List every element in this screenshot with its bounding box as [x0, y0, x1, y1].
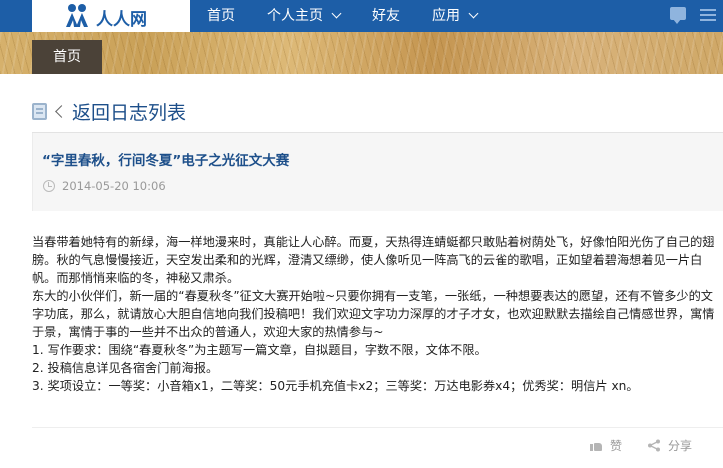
like-label: 赞	[610, 438, 623, 453]
post-paragraph: 3. 奖项设立：一等奖：小音箱x1，二等奖：50元手机充值卡x2；三等奖：万达电…	[32, 379, 639, 393]
nav-apps[interactable]: 应用	[432, 0, 479, 32]
chevron-down-icon	[331, 8, 342, 19]
post-paragraph: 东大的小伙伴们，新一届的“春夏秋冬”征文大赛开始啦~只要你拥有一支笔，一张纸，一…	[32, 289, 715, 339]
nav-home[interactable]: 首页	[207, 0, 235, 32]
nav-friends-label: 好友	[372, 8, 400, 24]
home-tab[interactable]: 首页	[32, 40, 102, 74]
share-icon	[647, 439, 661, 452]
back-to-blog-list-link[interactable]: 返回日志列表	[32, 98, 186, 124]
post-paragraph: 1. 写作要求：围绕“春夏秋冬”为主题写一篇文章，自拟题目，字数不限，文体不限。	[32, 343, 487, 357]
post-date: 2014-05-20 10:06	[62, 179, 166, 193]
share-label: 分享	[668, 438, 693, 453]
logo-text: 人人网	[96, 10, 147, 30]
nav-home-label: 首页	[207, 8, 235, 24]
thumbs-up-icon	[590, 439, 603, 451]
message-icon[interactable]	[670, 7, 686, 24]
chevron-down-icon	[468, 8, 479, 19]
post-header	[32, 133, 723, 211]
like-button[interactable]: 赞	[590, 436, 622, 454]
clock-icon	[43, 180, 55, 192]
post-body: 当春带着她特有的新绿，海一样地漫来时，真能让人心醉。而夏，天热得连蜻蜓都只敢贴着…	[32, 233, 722, 395]
divider	[32, 427, 723, 428]
document-icon	[32, 102, 47, 120]
site-logo[interactable]: 人人网	[32, 0, 190, 32]
post-title: “字里春秋，行间冬夏”电子之光征文大赛	[42, 153, 290, 169]
chevron-left-icon	[55, 104, 68, 118]
nav-profile-label: 个人主页	[267, 8, 323, 24]
profile-banner	[0, 32, 723, 74]
nav-friends[interactable]: 好友	[372, 0, 400, 32]
share-button[interactable]: 分享	[647, 436, 692, 454]
post-paragraph: 当春带着她特有的新绿，海一样地漫来时，真能让人心醉。而夏，天热得连蜻蜓都只敢贴着…	[32, 235, 715, 285]
top-nav-bar: 人人网 首页 个人主页 好友 应用	[0, 0, 723, 32]
back-label: 返回日志列表	[72, 101, 187, 124]
post-paragraph: 2. 投稿信息详见各宿舍门前海报。	[32, 361, 219, 375]
menu-icon[interactable]	[700, 9, 716, 21]
nav-profile[interactable]: 个人主页	[267, 0, 342, 32]
renren-logo-icon	[66, 4, 88, 27]
nav-apps-label: 应用	[432, 8, 460, 24]
